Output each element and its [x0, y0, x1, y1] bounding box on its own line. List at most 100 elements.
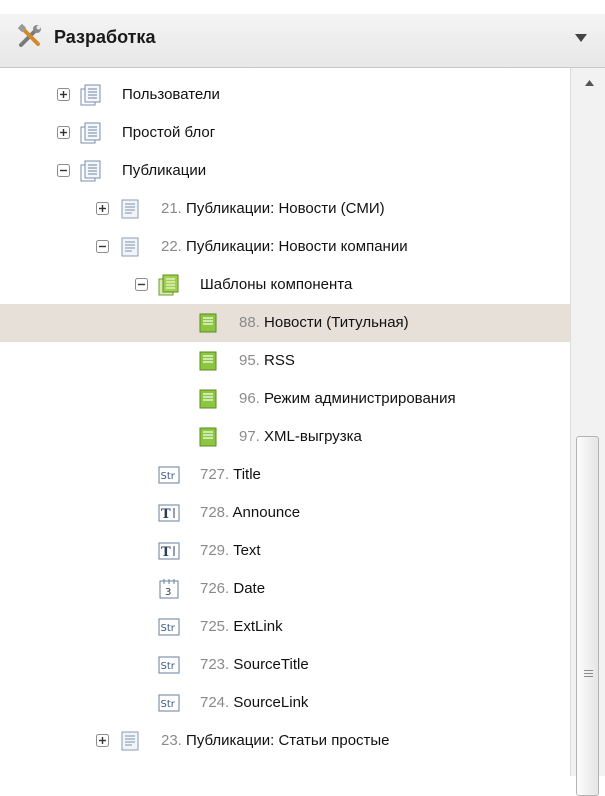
tree-item-name: Text — [233, 542, 261, 559]
tree-item-name: Date — [233, 580, 266, 597]
svg-text:Str: Str — [161, 471, 176, 482]
svg-text:Str: Str — [161, 661, 176, 672]
collapse-icon[interactable] — [96, 240, 109, 253]
tree-item-id: 97. — [239, 428, 265, 445]
tree-item-label: 95. RSS — [239, 352, 295, 369]
scroll-grip-icon — [584, 670, 593, 677]
expand-icon[interactable] — [96, 734, 109, 747]
scroll-up-arrow-icon[interactable] — [585, 80, 594, 86]
date-field-icon: 3 — [159, 579, 179, 599]
tree-item-label: Публикации — [122, 162, 206, 179]
tree-row[interactable]: Str 723. SourceTitle — [0, 646, 570, 684]
tree-row[interactable]: 88. Новости (Титульная) — [0, 304, 570, 342]
tree-item-label: 728. Announce — [200, 504, 300, 521]
tree-row[interactable]: 3 726. Date — [0, 570, 570, 608]
tree-item-name: Режим администрирования — [264, 390, 456, 407]
tree-item-name: Публикации: Новости компании — [186, 238, 408, 255]
tree-item-label: 88. Новости (Титульная) — [239, 314, 409, 331]
svg-text:Str: Str — [161, 623, 176, 634]
document-list-icon — [80, 160, 101, 182]
tree-row[interactable]: Str 724. SourceLink — [0, 684, 570, 722]
tree-row[interactable]: Публикации — [0, 152, 570, 190]
collapse-icon[interactable] — [135, 278, 148, 291]
tree-item-name: Публикации — [122, 162, 207, 179]
tree-item-id: 21. — [161, 200, 187, 217]
tree-row[interactable]: Str 727. Title — [0, 456, 570, 494]
tree-item-name: Шаблоны компонента — [200, 276, 353, 293]
tree-item-name: RSS — [264, 352, 295, 369]
tree-item-label: 96. Режим администрирования — [239, 390, 456, 407]
tree-item-id: 724. — [200, 694, 234, 711]
tree-item-name: Публикации: Новости (СМИ) — [186, 200, 385, 217]
tree-item-label: Пользователи — [122, 86, 220, 103]
string-field-icon: Str — [158, 466, 180, 484]
expand-icon[interactable] — [57, 88, 70, 101]
tree-row[interactable]: 97. XML-выгрузка — [0, 418, 570, 456]
tree-item-label: Простой блог — [122, 124, 215, 141]
tree-item-label: 724. SourceLink — [200, 694, 308, 711]
panel-header[interactable]: Разработка — [0, 0, 605, 68]
svg-text:Str: Str — [161, 699, 176, 710]
tree-row[interactable]: T 729. Text — [0, 532, 570, 570]
scrollbar-thumb[interactable] — [576, 436, 599, 796]
tree-item-label: 725. ExtLink — [200, 618, 283, 635]
tree-item-id: 23. — [161, 732, 187, 749]
vertical-scrollbar[interactable] — [570, 68, 605, 796]
string-field-icon: Str — [158, 656, 180, 674]
template-icon — [199, 313, 217, 333]
tree-item-label: 21. Публикации: Новости (СМИ) — [161, 200, 385, 217]
template-icon — [199, 351, 217, 371]
tree-item-label: 97. XML-выгрузка — [239, 428, 362, 445]
tree-item-label: 726. Date — [200, 580, 265, 597]
tree-item-name: SourceTitle — [233, 656, 309, 673]
tree-row[interactable]: Пользователи — [0, 76, 570, 114]
tree-item-id: 95. — [239, 352, 265, 369]
tree-row[interactable]: Str 725. ExtLink — [0, 608, 570, 646]
tree-row[interactable]: 23. Публикации: Статьи простые — [0, 722, 570, 760]
expand-icon[interactable] — [96, 202, 109, 215]
string-field-icon: Str — [158, 694, 180, 712]
svg-text:T: T — [161, 507, 171, 522]
tree-item-name: Простой блог — [122, 124, 216, 141]
tree-row[interactable]: 95. RSS — [0, 342, 570, 380]
tree-item-label: 727. Title — [200, 466, 261, 483]
tree-row[interactable]: Шаблоны компонента — [0, 266, 570, 304]
chevron-down-icon[interactable] — [575, 34, 587, 42]
tree-item-name: Публикации: Статьи простые — [186, 732, 390, 749]
tree-item-name: XML-выгрузка — [264, 428, 362, 445]
tree-item-id: 22. — [161, 238, 187, 255]
tree-item-id: 727. — [200, 466, 234, 483]
document-icon — [121, 199, 139, 219]
tree-item-label: 723. SourceTitle — [200, 656, 309, 673]
tree-item-label: 22. Публикации: Новости компании — [161, 238, 408, 255]
expand-icon[interactable] — [57, 126, 70, 139]
tree-row[interactable]: T 728. Announce — [0, 494, 570, 532]
tree-item-name: Пользователи — [122, 86, 220, 103]
component-tree[interactable]: Пользователи Простой блог Публикации 21. Пу… — [0, 68, 570, 776]
tree-item-name: SourceLink — [233, 694, 309, 711]
tree-row[interactable]: 22. Публикации: Новости компании — [0, 228, 570, 266]
template-folder-icon — [158, 274, 179, 296]
document-icon — [121, 731, 139, 751]
tree-item-id: 726. — [200, 580, 234, 597]
tree-item-name: ExtLink — [233, 618, 283, 635]
tree-item-id: 723. — [200, 656, 234, 673]
template-icon — [199, 427, 217, 447]
tree-item-name: Announce — [232, 504, 301, 521]
tree-row[interactable]: Простой блог — [0, 114, 570, 152]
document-icon — [121, 237, 139, 257]
tree-row[interactable]: 21. Публикации: Новости (СМИ) — [0, 190, 570, 228]
tree-item-id: 728. — [200, 504, 233, 521]
text-field-icon: T — [158, 542, 180, 560]
tools-icon — [17, 23, 41, 47]
document-list-icon — [80, 122, 101, 144]
document-list-icon — [80, 84, 101, 106]
svg-text:T: T — [161, 545, 171, 560]
tree-item-name: Title — [233, 466, 261, 483]
template-icon — [199, 389, 217, 409]
string-field-icon: Str — [158, 618, 180, 636]
tree-item-label: Шаблоны компонента — [200, 276, 352, 293]
panel-title: Разработка — [54, 27, 156, 47]
collapse-icon[interactable] — [57, 164, 70, 177]
tree-row[interactable]: 96. Режим администрирования — [0, 380, 570, 418]
